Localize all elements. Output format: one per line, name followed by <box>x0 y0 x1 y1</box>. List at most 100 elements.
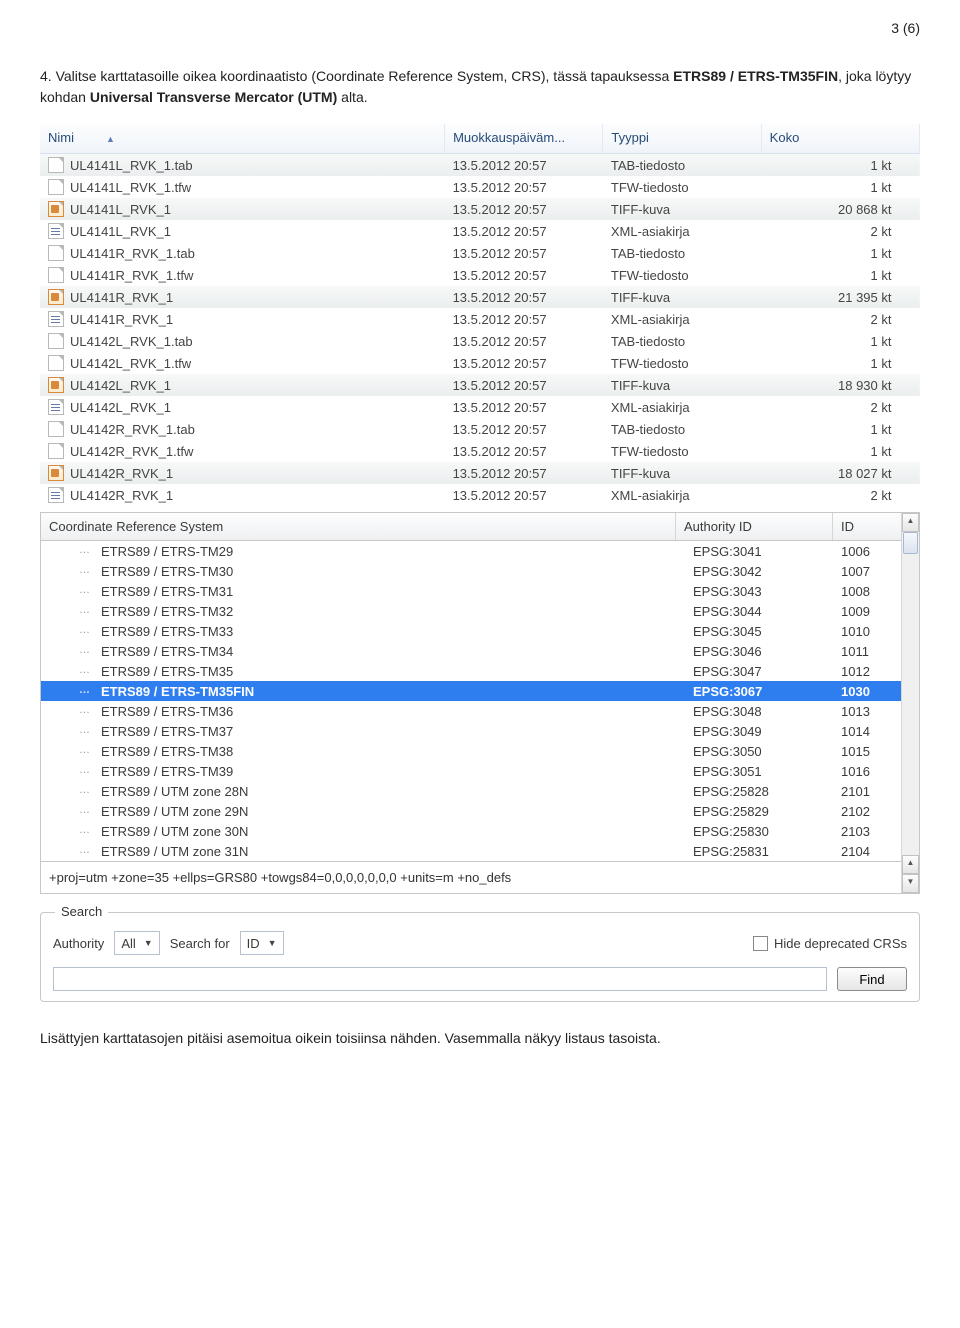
crs-auth: EPSG:3048 <box>693 704 841 719</box>
table-row[interactable]: UL4142R_RVK_113.5.2012 20:57TIFF-kuva18 … <box>40 462 920 484</box>
file-type: XML-asiakirja <box>603 220 761 242</box>
table-row[interactable]: UL4141L_RVK_113.5.2012 20:57TIFF-kuva20 … <box>40 198 920 220</box>
file-type: TFW-tiedosto <box>603 440 761 462</box>
table-row[interactable]: UL4142L_RVK_1.tfw13.5.2012 20:57TFW-tied… <box>40 352 920 374</box>
search-group: Search Authority All ▼ Search for ID ▼ H… <box>40 912 920 1002</box>
file-icon <box>48 443 64 459</box>
crs-row[interactable]: ETRS89 / ETRS-TM36EPSG:30481013 <box>41 701 919 721</box>
crs-row[interactable]: ETRS89 / ETRS-TM30EPSG:30421007 <box>41 561 919 581</box>
crs-name: ETRS89 / ETRS-TM37 <box>41 724 693 739</box>
instruction-paragraph: 4. Valitse karttatasoille oikea koordina… <box>40 66 920 108</box>
file-name: UL4142R_RVK_1.tfw <box>70 444 193 459</box>
crs-col-name[interactable]: Coordinate Reference System <box>41 513 676 540</box>
searchfor-combo[interactable]: ID ▼ <box>240 931 284 955</box>
crs-scrollbar[interactable]: ▲ ▲ ▼ <box>901 513 919 893</box>
crs-row[interactable]: ETRS89 / ETRS-TM38EPSG:30501015 <box>41 741 919 761</box>
file-name: UL4142R_RVK_1.tab <box>70 422 195 437</box>
scroll-thumb[interactable] <box>903 532 918 554</box>
file-type: TAB-tiedosto <box>603 154 761 177</box>
crs-name: ETRS89 / ETRS-TM31 <box>41 584 693 599</box>
authority-combo[interactable]: All ▼ <box>114 931 159 955</box>
caret-down-icon: ▼ <box>144 938 153 948</box>
search-input[interactable] <box>53 967 827 991</box>
crs-col-auth[interactable]: Authority ID <box>676 513 833 540</box>
crs-row[interactable]: ETRS89 / UTM zone 30NEPSG:258302103 <box>41 821 919 841</box>
table-row[interactable]: UL4142L_RVK_1.tab13.5.2012 20:57TAB-tied… <box>40 330 920 352</box>
table-row[interactable]: UL4142L_RVK_1 13.5.2012 20:57TIFF-kuva18 … <box>40 374 920 396</box>
file-size: 18 930 kt <box>761 374 919 396</box>
crs-row[interactable]: ETRS89 / ETRS-TM32EPSG:30441009 <box>41 601 919 621</box>
file-size: 1 kt <box>761 418 919 440</box>
crs-row[interactable]: ETRS89 / ETRS-TM29EPSG:30411006 <box>41 541 919 561</box>
crs-row[interactable]: ETRS89 / ETRS-TM34EPSG:30461011 <box>41 641 919 661</box>
scroll-up2-icon[interactable]: ▲ <box>902 855 919 874</box>
file-type: XML-asiakirja <box>603 308 761 330</box>
crs-row[interactable]: ETRS89 / UTM zone 31NEPSG:258312104 <box>41 841 919 861</box>
crs-row[interactable]: ETRS89 / ETRS-TM39EPSG:30511016 <box>41 761 919 781</box>
table-row[interactable]: UL4141R_RVK_113.5.2012 20:57TIFF-kuva21 … <box>40 286 920 308</box>
file-size: 18 027 kt <box>761 462 919 484</box>
file-type: TIFF-kuva <box>603 374 761 396</box>
crs-row[interactable]: ETRS89 / UTM zone 28NEPSG:258282101 <box>41 781 919 801</box>
crs-auth: EPSG:3041 <box>693 544 841 559</box>
file-name: UL4141R_RVK_1 <box>70 312 173 327</box>
file-type: TIFF-kuva <box>603 286 761 308</box>
col-size[interactable]: Koko <box>761 124 919 154</box>
table-row[interactable]: UL4142R_RVK_1.tfw 13.5.2012 20:57TFW-tied… <box>40 440 920 462</box>
file-size: 21 395 kt <box>761 286 919 308</box>
sort-asc-icon: ▲ <box>106 134 115 144</box>
file-type: TIFF-kuva <box>603 198 761 220</box>
tiff-icon <box>48 289 64 305</box>
crs-row[interactable]: ETRS89 / UTM zone 29NEPSG:258292102 <box>41 801 919 821</box>
file-date: 13.5.2012 20:57 <box>445 352 603 374</box>
col-type[interactable]: Tyyppi <box>603 124 761 154</box>
crs-row[interactable]: ETRS89 / ETRS-TM37EPSG:30491014 <box>41 721 919 741</box>
scroll-up-icon[interactable]: ▲ <box>902 513 919 532</box>
file-size: 1 kt <box>761 242 919 264</box>
table-row[interactable]: UL4142L_RVK_113.5.2012 20:57XML-asiakirj… <box>40 396 920 418</box>
table-row[interactable]: UL4141L_RVK_113.5.2012 20:57XML-asiakirj… <box>40 220 920 242</box>
file-date: 13.5.2012 20:57 <box>445 440 603 462</box>
instruction-text: 4. Valitse karttatasoille oikea koordina… <box>40 68 673 84</box>
authority-label: Authority <box>53 936 104 951</box>
crs-name: ETRS89 / UTM zone 29N <box>41 804 693 819</box>
find-button[interactable]: Find <box>837 967 907 991</box>
file-name: UL4141L_RVK_1 <box>70 202 171 217</box>
crs-name: ETRS89 / ETRS-TM35 <box>41 664 693 679</box>
crs-name: ETRS89 / ETRS-TM34 <box>41 644 693 659</box>
crs-row[interactable]: ETRS89 / ETRS-TM33EPSG:30451010 <box>41 621 919 641</box>
file-date: 13.5.2012 20:57 <box>445 374 603 396</box>
scroll-down-icon[interactable]: ▼ <box>902 874 919 893</box>
file-size: 2 kt <box>761 308 919 330</box>
xml-icon <box>48 311 64 327</box>
file-icon <box>48 333 64 349</box>
table-row[interactable]: UL4141R_RVK_1.tfw13.5.2012 20:57TFW-tied… <box>40 264 920 286</box>
crs-row[interactable]: ETRS89 / ETRS-TM31EPSG:30431008 <box>41 581 919 601</box>
col-modified[interactable]: Muokkauspäiväm... <box>445 124 603 154</box>
instruction-suffix: alta. <box>337 89 367 105</box>
xml-icon <box>48 487 64 503</box>
table-row[interactable]: UL4142R_RVK_1.tab13.5.2012 20:57TAB-tied… <box>40 418 920 440</box>
hide-deprecated-checkbox[interactable]: Hide deprecated CRSs <box>753 936 907 951</box>
table-row[interactable]: UL4142R_RVK_113.5.2012 20:57XML-asiakirj… <box>40 484 920 506</box>
file-icon <box>48 267 64 283</box>
file-name: UL4142L_RVK_1 <box>70 378 171 393</box>
table-row[interactable]: UL4141L_RVK_1.tab13.5.2012 20:57TAB-tied… <box>40 154 920 177</box>
table-row[interactable]: UL4141L_RVK_1.tfw13.5.2012 20:57TFW-tied… <box>40 176 920 198</box>
crs-row[interactable]: ETRS89 / ETRS-TM35FINEPSG:30671030 <box>41 681 919 701</box>
crs-name: ETRS89 / ETRS-TM39 <box>41 764 693 779</box>
file-name: UL4141L_RVK_1 <box>70 224 171 239</box>
crs-name: ETRS89 / UTM zone 30N <box>41 824 693 839</box>
crs-row[interactable]: ETRS89 / ETRS-TM35EPSG:30471012 <box>41 661 919 681</box>
file-icon <box>48 157 64 173</box>
table-row[interactable]: UL4141R_RVK_113.5.2012 20:57XML-asiakirj… <box>40 308 920 330</box>
crs-auth: EPSG:25828 <box>693 784 841 799</box>
file-size: 2 kt <box>761 484 919 506</box>
crs-auth: EPSG:3044 <box>693 604 841 619</box>
instruction-bold-1: ETRS89 / ETRS-TM35FIN <box>673 68 838 84</box>
file-name: UL4142R_RVK_1 <box>70 488 173 503</box>
file-date: 13.5.2012 20:57 <box>445 484 603 506</box>
table-row[interactable]: UL4141R_RVK_1.tab13.5.2012 20:57TAB-tied… <box>40 242 920 264</box>
crs-auth: EPSG:25830 <box>693 824 841 839</box>
col-name[interactable]: Nimi▲ <box>40 124 445 154</box>
